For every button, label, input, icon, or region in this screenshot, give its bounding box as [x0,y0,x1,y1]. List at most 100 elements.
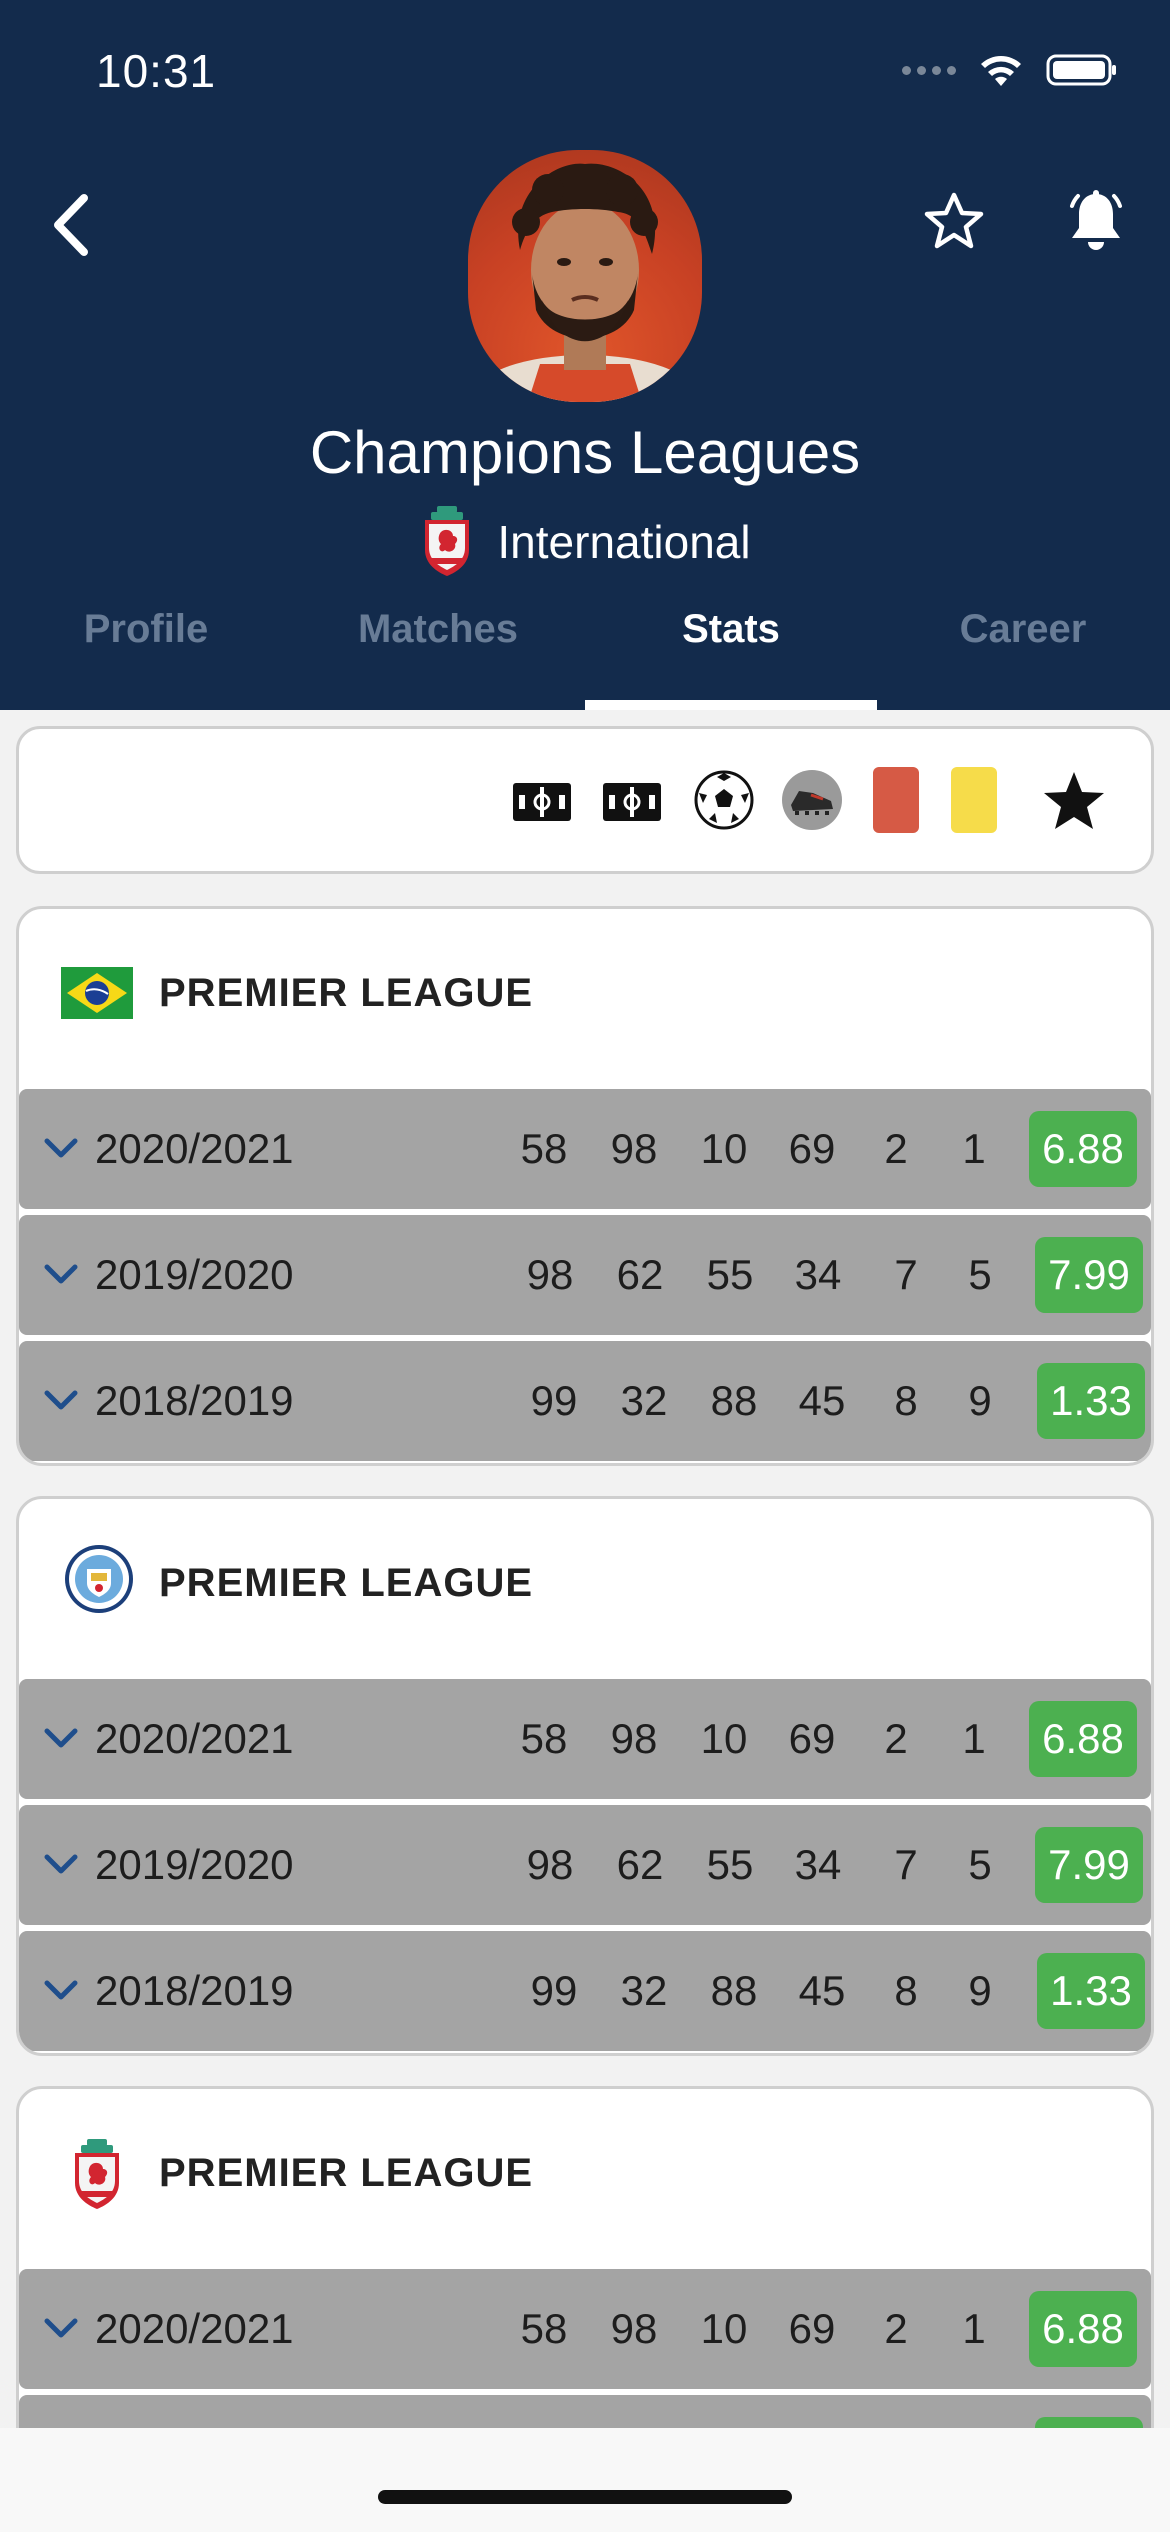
season-label: 2020/2021 [95,1125,294,1172]
stat-value: 1 [962,2305,986,2352]
stat-value: 9 [968,1377,992,1424]
star-icon [1044,772,1104,829]
stat-value: 62 [616,1841,664,1888]
red-card-icon [873,767,919,833]
stat-value: 45 [798,1377,846,1424]
player-avatar [468,150,702,402]
season-label: 2020/2021 [95,1715,294,1762]
rating-badge: 6.88 [1029,1701,1137,1777]
player-header: 10:31 Champions Leagues International Pr… [0,0,1170,710]
wifi-icon [981,56,1021,86]
stat-value: 62 [616,1251,664,1298]
stat-value: 2 [884,2305,908,2352]
tab-bar: Profile Matches Stats Career [0,596,1170,710]
stat-value: 32 [620,1967,668,2014]
rating-badge: 6.88 [1029,2291,1137,2367]
rating-badge: 7.99 [1035,1237,1143,1313]
league-card-header: PREMIER LEAGUE [19,1499,1151,1679]
stat-value: 1 [962,1715,986,1762]
season-row[interactable]: 2019/2020 98 62 55 34 7 5 7.99 [19,1805,1151,1925]
stat-value: 88 [710,1377,758,1424]
league-title: PREMIER LEAGUE [159,1561,534,1605]
season-row[interactable]: 2018/2019 99 32 88 45 8 9 1.33 [19,1341,1151,1461]
rating-badge: 6.88 [1029,1111,1137,1187]
stat-value: 58 [520,1125,568,1172]
stat-value: 34 [794,1251,842,1298]
stat-value: 8 [894,1967,918,2014]
stats-column-header [16,726,1154,874]
chevron-down-icon [44,2318,78,2338]
chevron-down-icon [44,1854,78,1874]
stat-value: 34 [794,1841,842,1888]
league-card: PREMIER LEAGUE 2020/2021 5 8 98 10 69 2 1… [16,1496,1154,2056]
chevron-down-icon [44,1138,78,1158]
stat-value: 2 [884,1125,908,1172]
brazil-flag-icon [61,967,133,1019]
stat-value: 32 [620,1377,668,1424]
stat-value: 98 [610,1715,658,1762]
active-tab-indicator [585,700,877,710]
season-label: 2018/2019 [95,1377,294,1424]
stat-value: 7 [894,1251,918,1298]
pitch-icon [603,783,661,821]
stat-value: 5 [968,1841,992,1888]
pitch-icon [513,783,571,821]
stat-value: 69 [788,2305,836,2352]
stat-value: 10 [700,1125,748,1172]
stat-value: 55 [706,1841,754,1888]
season-label: 2020/2021 [95,2305,294,2352]
tab-profile[interactable]: Profile [0,596,292,710]
season-label: 2019/2020 [95,1841,294,1888]
boot-icon [782,770,842,830]
home-indicator[interactable] [378,2490,792,2504]
stat-value: 55 [706,1251,754,1298]
season-row[interactable]: 2020/2021 58 98 10 69 2 1 6.88 [19,2269,1151,2389]
team-line: International [0,506,1170,578]
stat-value: 69 [788,1125,836,1172]
stat-value: 2 [884,1715,908,1762]
season-row[interactable]: 2020/2021 58 98 10 69 2 1 6.88 [19,1679,1151,1799]
notification-bell-button[interactable] [1064,188,1128,256]
stat-value: 69 [788,1715,836,1762]
season-row[interactable]: 2020/2021 58 98 10 69 2 1 6.88 [19,1089,1151,1209]
status-icons [902,52,1118,88]
stat-value: 98 [526,1841,574,1888]
stat-value: 8 [894,1377,918,1424]
stat-value: 10 [700,1715,748,1762]
status-time: 10:31 [96,45,217,97]
stat-value: 98 [610,2305,658,2352]
season-row[interactable]: 2018/2019 99 32 88 45 8 9 1.33 [19,1931,1151,2051]
back-button[interactable] [44,190,104,260]
rating-badge: 7.99 [1035,1827,1143,1903]
soccer-ball-icon [694,770,754,830]
stat-value: 98 [610,1125,658,1172]
tab-stats[interactable]: Stats [585,596,877,710]
stat-value: 9 [968,1967,992,2014]
favorite-button[interactable] [922,190,986,254]
chevron-down-icon [44,1264,78,1284]
tab-career[interactable]: Career [877,596,1169,710]
league-card-header: PREMIER LEAGUE [19,909,1151,1089]
page-title: Champions Leagues [309,419,861,486]
stat-value: 7 [894,1841,918,1888]
chevron-down-icon [44,1390,78,1410]
stat-value: 58 [520,2305,568,2352]
signal-icon [902,65,956,75]
stat-value: 99 [530,1967,578,2014]
tab-matches[interactable]: Matches [292,596,584,710]
stat-value: 5 [968,1251,992,1298]
league-card: PREMIER LEAGUE 2020/2021 58 98 10 69 2 1… [16,906,1154,1466]
stat-value: 98 [526,1251,574,1298]
season-row[interactable]: 2019/2020 98 62 55 34 7 5 7.99 [19,1215,1151,1335]
yellow-card-icon [951,767,997,833]
battery-icon [1046,54,1116,86]
stat-value: 1 [962,1125,986,1172]
liverpool-crest-icon [75,2139,119,2209]
home-indicator-area [0,2428,1170,2532]
stat-value: 99 [530,1377,578,1424]
chevron-down-icon [44,1980,78,2000]
stat-value: 45 [798,1967,846,2014]
stat-value: 88 [710,1967,758,2014]
manchester-city-crest-icon [65,1545,133,1613]
season-label: 2019/2020 [95,1251,294,1298]
